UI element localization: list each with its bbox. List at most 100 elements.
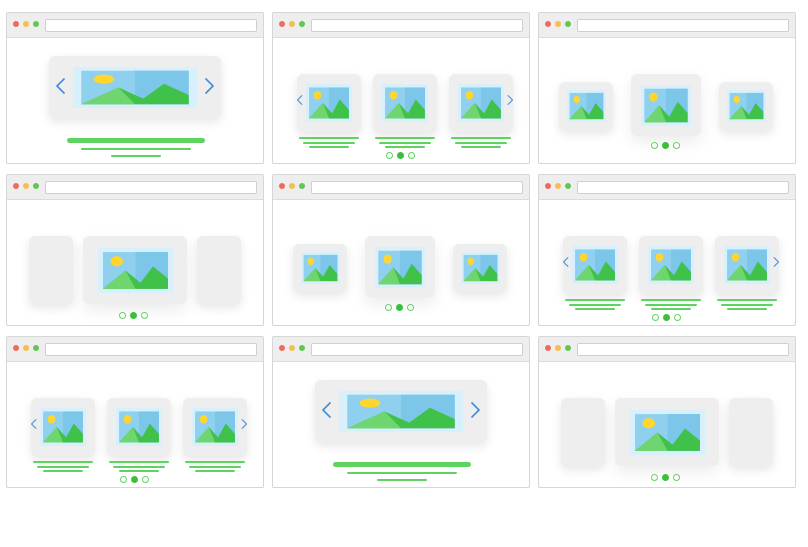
close-dot-icon[interactable] <box>545 345 551 351</box>
pagination-dot[interactable] <box>384 304 392 311</box>
minimize-dot-icon[interactable] <box>555 183 561 189</box>
maximize-dot-icon[interactable] <box>565 21 571 27</box>
address-bar[interactable] <box>577 343 789 356</box>
address-bar[interactable] <box>311 19 523 32</box>
carousel-slide[interactable] <box>183 398 247 456</box>
carousel-slide[interactable] <box>563 236 627 294</box>
carousel-slide[interactable] <box>31 398 95 456</box>
close-dot-icon[interactable] <box>13 183 19 189</box>
pagination-dot[interactable] <box>673 314 681 321</box>
pagination-dots <box>118 312 152 320</box>
minimize-dot-icon[interactable] <box>289 21 295 27</box>
pagination-dot[interactable] <box>662 314 670 321</box>
pagination-dot[interactable] <box>130 476 138 483</box>
pagination-dot[interactable] <box>385 152 393 159</box>
chevron-right-icon[interactable] <box>505 93 515 107</box>
carousel-slide[interactable] <box>453 244 507 292</box>
pagination-dot[interactable] <box>119 476 127 483</box>
maximize-dot-icon[interactable] <box>33 183 39 189</box>
pagination-dot[interactable] <box>141 476 149 483</box>
pagination-dots <box>651 314 685 322</box>
carousel-slide[interactable] <box>559 82 613 130</box>
carousel-slide[interactable] <box>293 244 347 292</box>
pagination-dot[interactable] <box>650 142 658 149</box>
address-bar[interactable] <box>45 343 257 356</box>
maximize-dot-icon[interactable] <box>33 345 39 351</box>
pagination-dot[interactable] <box>395 304 403 311</box>
carousel-slide[interactable] <box>719 82 773 130</box>
carousel-slide[interactable] <box>29 236 73 304</box>
pagination-dot[interactable] <box>661 142 669 149</box>
close-dot-icon[interactable] <box>13 21 19 27</box>
chevron-left-icon[interactable] <box>29 417 39 431</box>
pagination-dot[interactable] <box>650 474 658 481</box>
pagination-dot[interactable] <box>396 152 404 159</box>
address-bar[interactable] <box>577 181 789 194</box>
carousel-slide[interactable] <box>561 398 605 466</box>
image-placeholder-icon <box>375 247 425 288</box>
address-bar[interactable] <box>45 181 257 194</box>
carousel-slide[interactable] <box>49 56 221 118</box>
carousel-slide[interactable] <box>297 74 361 132</box>
carousel-slide[interactable] <box>83 236 187 304</box>
chevron-left-icon[interactable] <box>319 400 335 420</box>
pagination-dot[interactable] <box>407 152 415 159</box>
carousel-area <box>273 362 529 487</box>
maximize-dot-icon[interactable] <box>565 345 571 351</box>
carousel-slide[interactable] <box>715 236 779 294</box>
close-dot-icon[interactable] <box>279 345 285 351</box>
pagination-dot[interactable] <box>661 474 669 481</box>
minimize-dot-icon[interactable] <box>23 345 29 351</box>
maximize-dot-icon[interactable] <box>299 345 305 351</box>
chevron-right-icon[interactable] <box>239 417 249 431</box>
carousel-slide[interactable] <box>639 236 703 294</box>
minimize-dot-icon[interactable] <box>289 183 295 189</box>
address-bar[interactable] <box>45 19 257 32</box>
image-placeholder-icon <box>641 85 691 126</box>
carousel-slide[interactable] <box>449 74 513 132</box>
carousel-slide[interactable] <box>631 74 701 136</box>
address-bar[interactable] <box>577 19 789 32</box>
close-dot-icon[interactable] <box>279 183 285 189</box>
close-dot-icon[interactable] <box>279 21 285 27</box>
caption-line <box>645 304 697 306</box>
minimize-dot-icon[interactable] <box>23 21 29 27</box>
carousel-slide[interactable] <box>729 398 773 466</box>
maximize-dot-icon[interactable] <box>299 21 305 27</box>
minimize-dot-icon[interactable] <box>23 183 29 189</box>
caption-line <box>451 137 511 139</box>
chevron-right-icon[interactable] <box>467 400 483 420</box>
chevron-left-icon[interactable] <box>561 255 571 269</box>
chevron-left-icon[interactable] <box>295 93 305 107</box>
minimize-dot-icon[interactable] <box>555 345 561 351</box>
pagination-dot[interactable] <box>406 304 414 311</box>
carousel-slide[interactable] <box>315 380 487 442</box>
minimize-dot-icon[interactable] <box>555 21 561 27</box>
address-bar[interactable] <box>311 343 523 356</box>
close-dot-icon[interactable] <box>545 183 551 189</box>
carousel-slide[interactable] <box>615 398 719 466</box>
chevron-right-icon[interactable] <box>201 76 217 96</box>
chevron-left-icon[interactable] <box>53 76 69 96</box>
pagination-dot[interactable] <box>651 314 659 321</box>
maximize-dot-icon[interactable] <box>33 21 39 27</box>
carousel-slide[interactable] <box>365 236 435 298</box>
carousel-slide[interactable] <box>107 398 171 456</box>
browser-window <box>538 174 796 326</box>
maximize-dot-icon[interactable] <box>299 183 305 189</box>
minimize-dot-icon[interactable] <box>289 345 295 351</box>
pagination-dot[interactable] <box>672 142 680 149</box>
pagination-dots <box>650 474 684 482</box>
carousel-slide[interactable] <box>373 74 437 132</box>
pagination-dot[interactable] <box>140 312 148 319</box>
caption-line <box>379 142 431 144</box>
pagination-dot[interactable] <box>129 312 137 319</box>
close-dot-icon[interactable] <box>13 345 19 351</box>
pagination-dot[interactable] <box>672 474 680 481</box>
close-dot-icon[interactable] <box>545 21 551 27</box>
address-bar[interactable] <box>311 181 523 194</box>
maximize-dot-icon[interactable] <box>565 183 571 189</box>
carousel-slide[interactable] <box>197 236 241 304</box>
pagination-dot[interactable] <box>118 312 126 319</box>
chevron-right-icon[interactable] <box>771 255 781 269</box>
